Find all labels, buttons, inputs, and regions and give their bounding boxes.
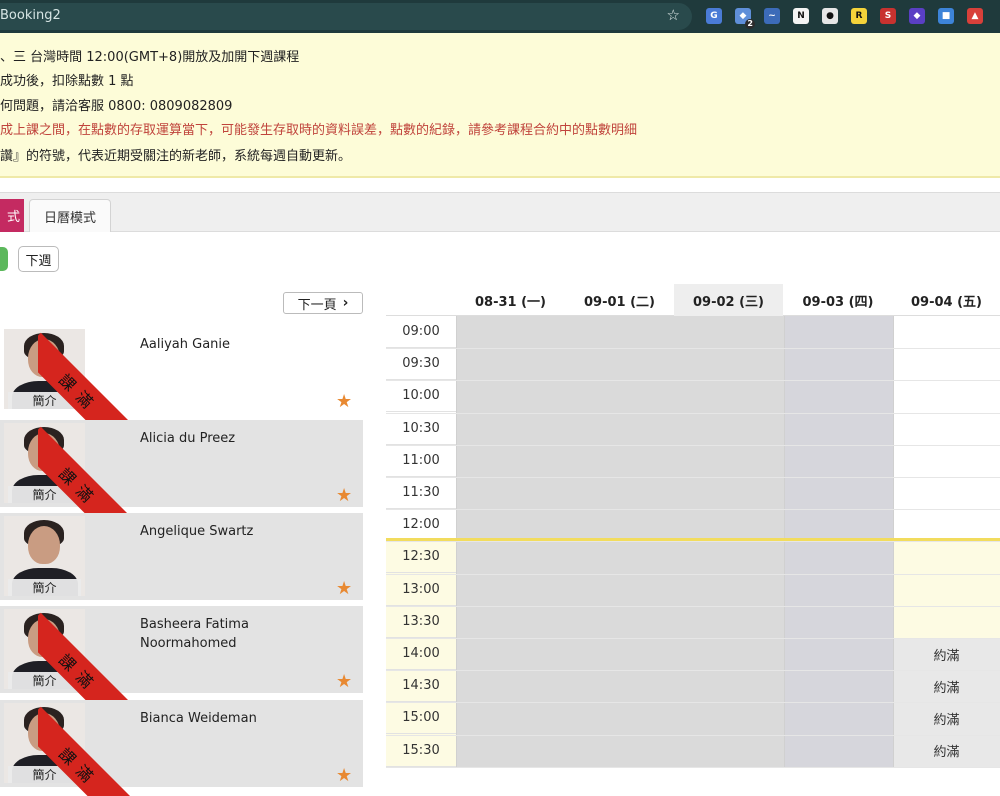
day-header: 09-02 (三) — [674, 284, 783, 316]
notice-line: 、三 台灣時間 12:00(GMT+8)開放及加開下週課程 — [0, 50, 300, 65]
game-icon[interactable]: ▲ — [967, 8, 983, 24]
row-divider — [386, 605, 1000, 607]
notice-line: 讚』的符號，代表近期受關注的新老師，系統每週自動更新。 — [0, 149, 352, 164]
translate-icon[interactable]: G — [706, 8, 722, 24]
address-bar[interactable]: Booking2 ☆ — [0, 3, 692, 30]
favorite-star-icon[interactable]: ★ — [336, 671, 352, 692]
time-label: 09:30 — [386, 348, 456, 381]
row-divider — [386, 541, 1000, 543]
time-label: 13:00 — [386, 574, 456, 606]
time-label: 15:00 — [386, 702, 456, 735]
teacher-name[interactable]: Angelique Swartz — [140, 522, 300, 541]
notice-line: 何問題，請洽客服 0800: 0809082809 — [0, 99, 233, 114]
time-label: 13:30 — [386, 606, 456, 638]
time-label: 10:00 — [386, 380, 456, 413]
teacher-name[interactable]: Alicia du Preez — [140, 429, 300, 448]
teacher-name[interactable]: Bianca Weideman — [140, 709, 300, 728]
intro-link[interactable]: 簡介 — [8, 579, 81, 596]
favorite-star-icon[interactable]: ★ — [336, 765, 352, 786]
time-label: 15:30 — [386, 735, 456, 767]
teacher-photo[interactable]: 簡介 — [4, 516, 85, 596]
diamond-icon[interactable]: ◆ — [909, 8, 925, 24]
time-label: 11:00 — [386, 445, 456, 477]
teacher-card[interactable]: 簡介 課滿 Basheera Fatima Noormahomed ★ — [0, 606, 363, 702]
notice-line: 成上課之間，在點數的存取運算當下，可能發生存取時的資料誤差，點數的紀錄，請參考課… — [0, 123, 638, 138]
view-mode-tabs: 式 日曆模式 — [0, 192, 1000, 232]
favorite-star-icon[interactable]: ★ — [336, 578, 352, 599]
teacher-photo[interactable]: 簡介 — [4, 703, 85, 783]
intro-link[interactable]: 簡介 — [8, 672, 81, 689]
extension-badge: 2 — [745, 19, 755, 29]
full-slot: 約滿 — [933, 745, 960, 761]
row-divider — [386, 348, 1000, 350]
time-label: 12:30 — [386, 541, 456, 574]
bug-icon[interactable]: S — [880, 8, 896, 24]
teacher-card[interactable]: 簡介 課滿 Bianca Weideman ★ — [0, 700, 363, 796]
time-label: 11:30 — [386, 477, 456, 509]
row-divider — [386, 477, 1000, 478]
intro-link[interactable]: 簡介 — [8, 392, 81, 409]
row-divider — [386, 444, 1000, 446]
bookmark-star-icon[interactable]: ☆ — [667, 6, 680, 24]
extensions-row: G ◆ 2 ~ N ● R S ◆ ■ ▲ — [706, 8, 983, 29]
full-slot: 約滿 — [933, 680, 960, 696]
time-label: 14:30 — [386, 670, 456, 703]
next-page-label: 下一頁 — [297, 297, 337, 313]
time-label: 12:00 — [386, 509, 456, 542]
next-page-button[interactable]: 下一頁 › — [283, 292, 363, 314]
full-slot: 約滿 — [933, 712, 960, 728]
teacher-card[interactable]: 簡介 課滿 Aaliyah Ganie ★ — [0, 326, 363, 422]
current-time-line — [386, 538, 1000, 542]
teacher-photo[interactable]: 簡介 — [4, 329, 85, 409]
teacher-card[interactable]: 簡介 Angelique Swartz ★ — [0, 513, 363, 600]
this-week-button[interactable] — [0, 247, 8, 271]
teacher-photo[interactable]: 簡介 — [4, 609, 85, 689]
puzzle-icon[interactable]: ◆ 2 — [735, 8, 755, 29]
row-divider — [386, 573, 1000, 575]
teacher-card[interactable]: 簡介 課滿 Alicia du Preez ★ — [0, 420, 363, 516]
time-label: 14:00 — [386, 638, 456, 670]
notion-icon[interactable]: N — [793, 8, 809, 24]
teacher-name[interactable]: Aaliyah Ganie — [140, 335, 300, 354]
intro-link[interactable]: 簡介 — [8, 766, 81, 783]
row-divider — [386, 412, 1000, 414]
friday-open-block — [893, 541, 1000, 638]
teacher-name[interactable]: Basheera Fatima Noormahomed — [140, 615, 300, 653]
schedule-header: 08-31 (一) 09-01 (二) 09-02 (三) 09-03 (四) 09-0… — [386, 284, 1000, 316]
tab-calendar-mode[interactable]: 日曆模式 — [29, 199, 111, 232]
day-header: 09-04 (五) — [911, 294, 982, 310]
next-week-button[interactable]: 下週 — [18, 246, 59, 272]
friday-past-block — [893, 316, 1000, 542]
day-header: 08-31 (一) — [475, 294, 546, 310]
time-label: 10:30 — [386, 413, 456, 445]
favorite-star-icon[interactable]: ★ — [336, 391, 352, 412]
notice-line: 成功後，扣除點數 1 點 — [0, 74, 134, 89]
row-divider — [386, 380, 1000, 382]
wave-icon[interactable]: ~ — [764, 8, 780, 24]
teacher-photo[interactable]: 簡介 — [4, 423, 85, 503]
day-header: 09-01 (二) — [584, 294, 655, 310]
notice-banner: 、三 台灣時間 12:00(GMT+8)開放及加開下週課程 成功後，扣除點數 1 … — [0, 33, 1000, 178]
favorite-star-icon[interactable]: ★ — [336, 485, 352, 506]
time-label: 09:00 — [386, 316, 456, 348]
intro-link[interactable]: 簡介 — [8, 486, 81, 503]
tab-list-mode[interactable]: 式 — [0, 199, 24, 232]
r-icon[interactable]: R — [851, 8, 867, 24]
row-divider — [386, 509, 1000, 511]
full-slot: 約滿 — [933, 648, 960, 664]
row-divider — [386, 766, 1000, 768]
circle-icon[interactable]: ● — [822, 8, 838, 24]
day-header: 09-03 (四) — [802, 294, 874, 310]
cube-icon[interactable]: ■ — [938, 8, 954, 24]
schedule-grid: 09:00 09:30 10:00 10:30 11:00 11:30 12:00 12:30… — [386, 316, 1000, 768]
browser-toolbar: Booking2 ☆ G ◆ 2 ~ N ● R S ◆ ■ ▲ — [0, 0, 1000, 33]
page-url-text: Booking2 — [0, 8, 61, 23]
chevron-right-icon: › — [342, 295, 349, 311]
